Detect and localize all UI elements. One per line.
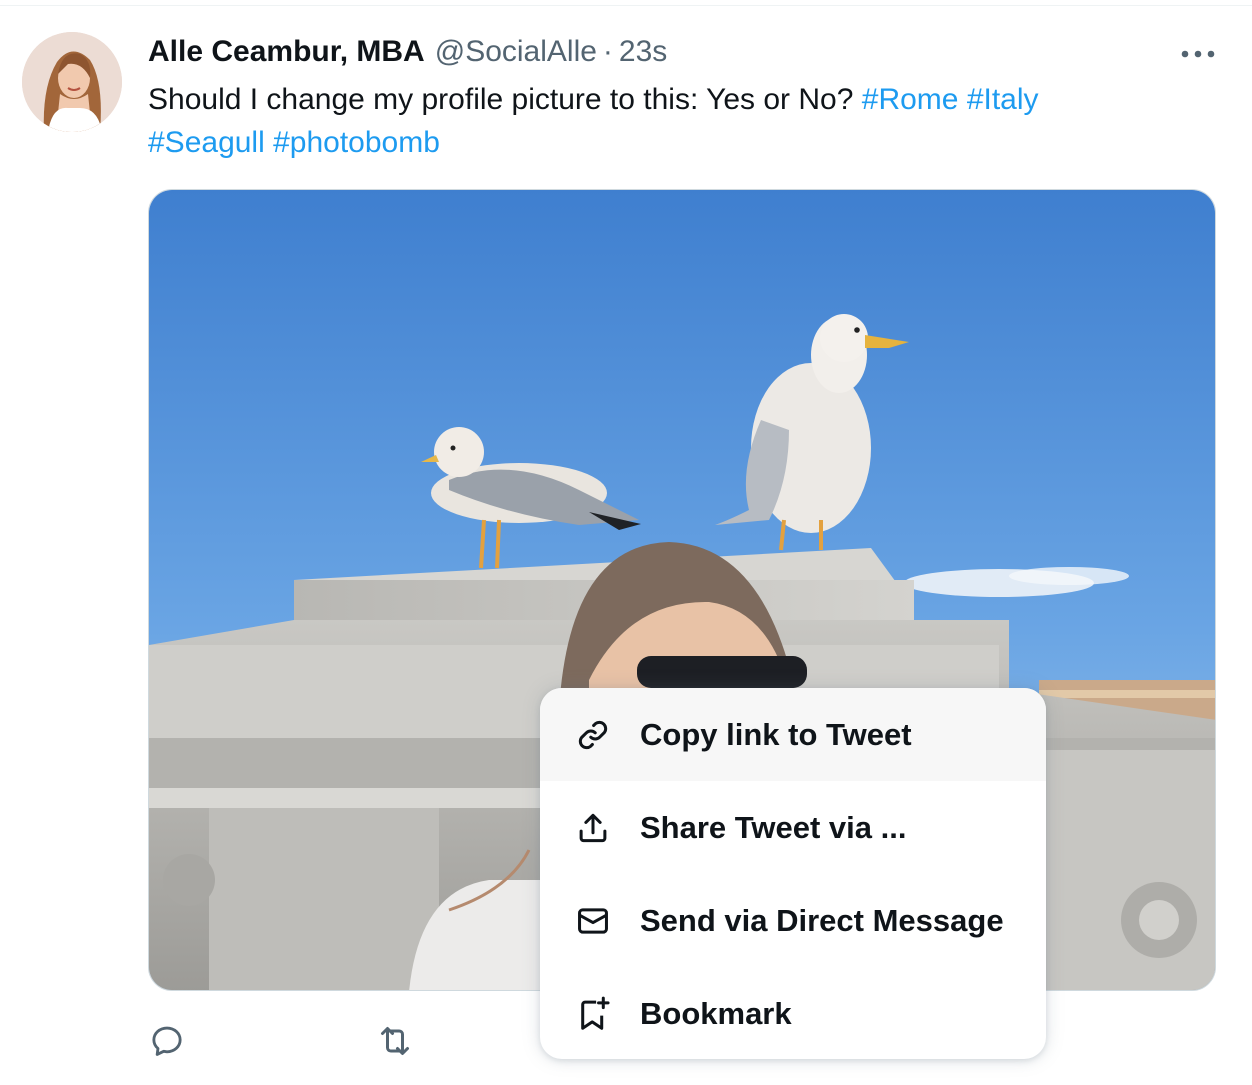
more-options-button[interactable] [1176, 38, 1220, 70]
bookmark-label: Bookmark [640, 996, 792, 1031]
send-dm-label: Send via Direct Message [640, 903, 1004, 938]
copy-link-menu-item[interactable]: Copy link to Tweet [540, 688, 1046, 781]
reply-icon [152, 1026, 182, 1056]
ellipsis-icon [1181, 50, 1215, 58]
hashtag-photobomb[interactable]: #photobomb [273, 126, 440, 159]
author-avatar[interactable] [22, 32, 122, 132]
reply-button[interactable] [142, 1016, 192, 1066]
divider [0, 5, 1252, 6]
tweet-body: Should I change my profile picture to th… [148, 83, 854, 116]
send-dm-menu-item[interactable]: Send via Direct Message [540, 874, 1046, 967]
share-via-menu-item[interactable]: Share Tweet via ... [540, 781, 1046, 874]
tweet: Alle Ceambur, MBA @SocialAlle · 23s Shou… [0, 0, 1252, 1085]
retweet-icon [381, 1027, 409, 1055]
hashtag-seagull[interactable]: #Seagull [148, 126, 265, 159]
link-icon [578, 720, 608, 750]
bookmark-add-icon [581, 996, 610, 1030]
copy-link-label: Copy link to Tweet [640, 717, 912, 752]
tweet-header: Alle Ceambur, MBA @SocialAlle · 23s [148, 32, 667, 72]
hashtag-rome[interactable]: #Rome [862, 83, 959, 116]
bookmark-menu-item[interactable]: Bookmark [540, 967, 1046, 1059]
timestamp[interactable]: 23s [619, 32, 667, 72]
upload-icon [579, 813, 607, 843]
author-name[interactable]: Alle Ceambur, MBA [148, 32, 425, 72]
hashtag-italy[interactable]: #Italy [967, 83, 1039, 116]
separator-dot: · [602, 35, 613, 68]
author-handle[interactable]: @SocialAlle [435, 32, 597, 72]
share-via-label: Share Tweet via ... [640, 810, 907, 845]
envelope-icon [578, 908, 608, 934]
retweet-button[interactable] [370, 1016, 420, 1066]
share-menu: Copy link to Tweet Share Tweet via ... S… [540, 688, 1046, 1059]
tweet-text: Should I change my profile picture to th… [148, 78, 1148, 164]
